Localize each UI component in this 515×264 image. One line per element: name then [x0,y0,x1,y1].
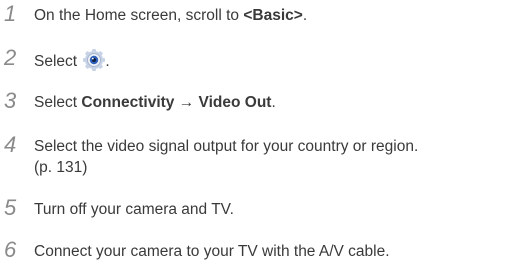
step-number: 6 [4,237,17,262]
step-text-suffix: . [302,7,308,24]
step-text-suffix: . [271,94,276,111]
step-text-line-1: Select the video signal output for your … [34,138,419,155]
video-out-menu-label: Video Out [198,94,272,111]
basic-menu-label: <Basic> [243,7,303,24]
step-number: 2 [4,45,17,70]
connectivity-menu-label: Connectivity [81,94,175,111]
step-page-reference: (p. 131) [34,159,88,176]
step-text-prefix: On the Home screen, scroll to [34,7,244,24]
step-text: Turn off your camera and TV. [34,201,234,218]
step-text: Connect your camera to your TV with the … [34,243,390,260]
step-number: 4 [4,132,17,157]
step-number: 3 [4,88,17,113]
step-text-prefix: Select [34,53,82,70]
arrow-separator: → [174,94,199,111]
step-text-prefix: Select [34,94,82,111]
step-number: 5 [4,195,17,220]
step-number: 1 [4,1,17,26]
step-text: Select the video signal output for your … [34,136,512,178]
settings-gear-icon [83,49,106,71]
step-text-suffix: . [105,53,110,70]
step-text: On the Home screen, scroll to <Basic>. [34,5,512,26]
step-text: Select Connectivity → Video Out. [34,92,512,113]
step-text: Select . [34,49,512,72]
